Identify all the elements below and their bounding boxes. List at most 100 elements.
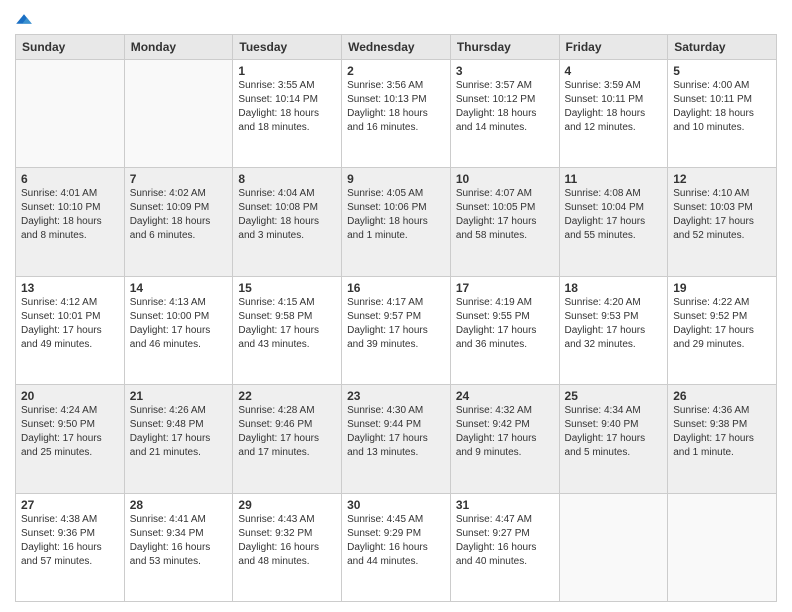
cell-w1-d2	[124, 60, 233, 168]
day-number: 3	[456, 64, 554, 78]
cell-w4-d2: 21Sunrise: 4:26 AM Sunset: 9:48 PM Dayli…	[124, 385, 233, 493]
day-number: 4	[565, 64, 663, 78]
day-number: 11	[565, 172, 663, 186]
day-number: 9	[347, 172, 445, 186]
logo	[15, 10, 35, 28]
day-info: Sunrise: 4:10 AM Sunset: 10:03 PM Daylig…	[673, 187, 771, 243]
cell-w3-d1: 13Sunrise: 4:12 AM Sunset: 10:01 PM Dayl…	[16, 276, 125, 384]
col-saturday: Saturday	[668, 35, 777, 60]
day-info: Sunrise: 4:22 AM Sunset: 9:52 PM Dayligh…	[673, 296, 771, 352]
cell-w4-d4: 23Sunrise: 4:30 AM Sunset: 9:44 PM Dayli…	[342, 385, 451, 493]
cell-w3-d7: 19Sunrise: 4:22 AM Sunset: 9:52 PM Dayli…	[668, 276, 777, 384]
cell-w4-d3: 22Sunrise: 4:28 AM Sunset: 9:46 PM Dayli…	[233, 385, 342, 493]
day-info: Sunrise: 4:04 AM Sunset: 10:08 PM Daylig…	[238, 187, 336, 243]
day-number: 6	[21, 172, 119, 186]
day-info: Sunrise: 4:26 AM Sunset: 9:48 PM Dayligh…	[130, 404, 228, 460]
day-info: Sunrise: 4:47 AM Sunset: 9:27 PM Dayligh…	[456, 513, 554, 569]
col-sunday: Sunday	[16, 35, 125, 60]
calendar-table: Sunday Monday Tuesday Wednesday Thursday…	[15, 34, 777, 602]
day-info: Sunrise: 3:55 AM Sunset: 10:14 PM Daylig…	[238, 79, 336, 135]
cell-w1-d1	[16, 60, 125, 168]
cell-w5-d7	[668, 493, 777, 601]
day-info: Sunrise: 4:32 AM Sunset: 9:42 PM Dayligh…	[456, 404, 554, 460]
cell-w5-d6	[559, 493, 668, 601]
day-info: Sunrise: 4:30 AM Sunset: 9:44 PM Dayligh…	[347, 404, 445, 460]
cell-w5-d4: 30Sunrise: 4:45 AM Sunset: 9:29 PM Dayli…	[342, 493, 451, 601]
col-tuesday: Tuesday	[233, 35, 342, 60]
day-number: 29	[238, 498, 336, 512]
day-number: 28	[130, 498, 228, 512]
cell-w4-d6: 25Sunrise: 4:34 AM Sunset: 9:40 PM Dayli…	[559, 385, 668, 493]
day-number: 13	[21, 281, 119, 295]
day-info: Sunrise: 4:07 AM Sunset: 10:05 PM Daylig…	[456, 187, 554, 243]
day-number: 30	[347, 498, 445, 512]
day-number: 18	[565, 281, 663, 295]
cell-w1-d5: 3Sunrise: 3:57 AM Sunset: 10:12 PM Dayli…	[450, 60, 559, 168]
cell-w5-d5: 31Sunrise: 4:47 AM Sunset: 9:27 PM Dayli…	[450, 493, 559, 601]
day-info: Sunrise: 4:19 AM Sunset: 9:55 PM Dayligh…	[456, 296, 554, 352]
week-row-3: 13Sunrise: 4:12 AM Sunset: 10:01 PM Dayl…	[16, 276, 777, 384]
cell-w3-d4: 16Sunrise: 4:17 AM Sunset: 9:57 PM Dayli…	[342, 276, 451, 384]
week-row-2: 6Sunrise: 4:01 AM Sunset: 10:10 PM Dayli…	[16, 168, 777, 276]
cell-w1-d3: 1Sunrise: 3:55 AM Sunset: 10:14 PM Dayli…	[233, 60, 342, 168]
cell-w3-d6: 18Sunrise: 4:20 AM Sunset: 9:53 PM Dayli…	[559, 276, 668, 384]
day-info: Sunrise: 4:01 AM Sunset: 10:10 PM Daylig…	[21, 187, 119, 243]
day-number: 22	[238, 389, 336, 403]
days-row: Sunday Monday Tuesday Wednesday Thursday…	[16, 35, 777, 60]
cell-w4-d7: 26Sunrise: 4:36 AM Sunset: 9:38 PM Dayli…	[668, 385, 777, 493]
col-monday: Monday	[124, 35, 233, 60]
day-info: Sunrise: 4:41 AM Sunset: 9:34 PM Dayligh…	[130, 513, 228, 569]
cell-w4-d1: 20Sunrise: 4:24 AM Sunset: 9:50 PM Dayli…	[16, 385, 125, 493]
day-info: Sunrise: 4:34 AM Sunset: 9:40 PM Dayligh…	[565, 404, 663, 460]
col-friday: Friday	[559, 35, 668, 60]
cell-w5-d2: 28Sunrise: 4:41 AM Sunset: 9:34 PM Dayli…	[124, 493, 233, 601]
cell-w2-d7: 12Sunrise: 4:10 AM Sunset: 10:03 PM Dayl…	[668, 168, 777, 276]
day-info: Sunrise: 4:08 AM Sunset: 10:04 PM Daylig…	[565, 187, 663, 243]
cell-w5-d1: 27Sunrise: 4:38 AM Sunset: 9:36 PM Dayli…	[16, 493, 125, 601]
day-number: 1	[238, 64, 336, 78]
day-info: Sunrise: 4:20 AM Sunset: 9:53 PM Dayligh…	[565, 296, 663, 352]
cell-w2-d6: 11Sunrise: 4:08 AM Sunset: 10:04 PM Dayl…	[559, 168, 668, 276]
day-info: Sunrise: 4:45 AM Sunset: 9:29 PM Dayligh…	[347, 513, 445, 569]
week-row-1: 1Sunrise: 3:55 AM Sunset: 10:14 PM Dayli…	[16, 60, 777, 168]
day-number: 5	[673, 64, 771, 78]
day-info: Sunrise: 4:38 AM Sunset: 9:36 PM Dayligh…	[21, 513, 119, 569]
day-info: Sunrise: 4:13 AM Sunset: 10:00 PM Daylig…	[130, 296, 228, 352]
day-info: Sunrise: 3:56 AM Sunset: 10:13 PM Daylig…	[347, 79, 445, 135]
day-number: 26	[673, 389, 771, 403]
day-info: Sunrise: 4:17 AM Sunset: 9:57 PM Dayligh…	[347, 296, 445, 352]
day-number: 17	[456, 281, 554, 295]
day-number: 14	[130, 281, 228, 295]
cell-w1-d7: 5Sunrise: 4:00 AM Sunset: 10:11 PM Dayli…	[668, 60, 777, 168]
cell-w2-d4: 9Sunrise: 4:05 AM Sunset: 10:06 PM Dayli…	[342, 168, 451, 276]
day-number: 20	[21, 389, 119, 403]
week-row-4: 20Sunrise: 4:24 AM Sunset: 9:50 PM Dayli…	[16, 385, 777, 493]
col-wednesday: Wednesday	[342, 35, 451, 60]
cell-w4-d5: 24Sunrise: 4:32 AM Sunset: 9:42 PM Dayli…	[450, 385, 559, 493]
day-info: Sunrise: 4:00 AM Sunset: 10:11 PM Daylig…	[673, 79, 771, 135]
day-number: 25	[565, 389, 663, 403]
logo-icon	[15, 10, 33, 28]
cell-w3-d5: 17Sunrise: 4:19 AM Sunset: 9:55 PM Dayli…	[450, 276, 559, 384]
day-number: 2	[347, 64, 445, 78]
cell-w2-d5: 10Sunrise: 4:07 AM Sunset: 10:05 PM Dayl…	[450, 168, 559, 276]
day-number: 27	[21, 498, 119, 512]
day-number: 23	[347, 389, 445, 403]
col-thursday: Thursday	[450, 35, 559, 60]
cell-w3-d2: 14Sunrise: 4:13 AM Sunset: 10:00 PM Dayl…	[124, 276, 233, 384]
day-info: Sunrise: 4:28 AM Sunset: 9:46 PM Dayligh…	[238, 404, 336, 460]
cell-w5-d3: 29Sunrise: 4:43 AM Sunset: 9:32 PM Dayli…	[233, 493, 342, 601]
day-info: Sunrise: 4:24 AM Sunset: 9:50 PM Dayligh…	[21, 404, 119, 460]
day-number: 21	[130, 389, 228, 403]
day-info: Sunrise: 4:12 AM Sunset: 10:01 PM Daylig…	[21, 296, 119, 352]
day-info: Sunrise: 4:15 AM Sunset: 9:58 PM Dayligh…	[238, 296, 336, 352]
day-number: 7	[130, 172, 228, 186]
calendar-body: 1Sunrise: 3:55 AM Sunset: 10:14 PM Dayli…	[16, 60, 777, 602]
day-info: Sunrise: 4:36 AM Sunset: 9:38 PM Dayligh…	[673, 404, 771, 460]
cell-w3-d3: 15Sunrise: 4:15 AM Sunset: 9:58 PM Dayli…	[233, 276, 342, 384]
day-info: Sunrise: 3:59 AM Sunset: 10:11 PM Daylig…	[565, 79, 663, 135]
day-info: Sunrise: 4:43 AM Sunset: 9:32 PM Dayligh…	[238, 513, 336, 569]
day-number: 12	[673, 172, 771, 186]
day-number: 31	[456, 498, 554, 512]
day-number: 15	[238, 281, 336, 295]
